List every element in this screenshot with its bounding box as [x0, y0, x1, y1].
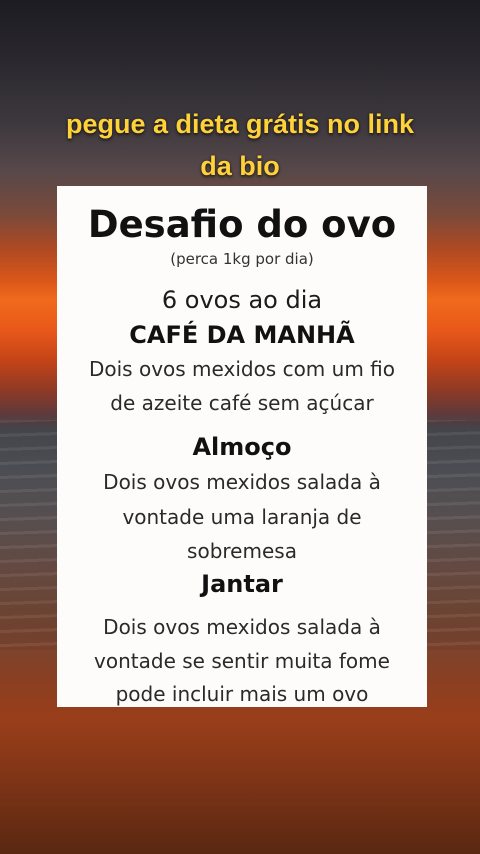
lunch-heading: Almoço: [192, 433, 292, 461]
dinner-line-3: pode incluir mais um ovo: [115, 682, 369, 706]
card-subtitle: (perca 1kg por dia): [170, 250, 314, 268]
promo-headline: pegue a dieta grátis no link da bio: [0, 103, 480, 187]
dinner-line-2: vontade se sentir muita fome: [94, 649, 390, 673]
lunch-line-1: Dois ovos mexidos salada à: [103, 470, 381, 494]
dinner-heading: Jantar: [201, 570, 283, 598]
lunch-line-2: vontade uma laranja de: [122, 505, 362, 529]
promo-headline-line-1: pegue a dieta grátis no link: [65, 109, 415, 139]
card-title: Desafio do ovo: [87, 203, 397, 246]
promo-headline-line-2: da bio: [200, 151, 280, 181]
breakfast-line-1: Dois ovos mexidos com um fio: [88, 357, 395, 381]
breakfast-line-2: de azeite café sem açúcar: [110, 391, 374, 415]
breakfast-heading: CAFÉ DA MANHÃ: [129, 321, 355, 349]
diet-card: Desafio do ovo (perca 1kg por dia) 6 ovo…: [57, 186, 427, 707]
daily-egg-count: 6 ovos ao dia: [161, 286, 323, 314]
dinner-line-1: Dois ovos mexidos salada à: [103, 615, 381, 639]
lunch-line-3: sobremesa: [187, 539, 297, 563]
